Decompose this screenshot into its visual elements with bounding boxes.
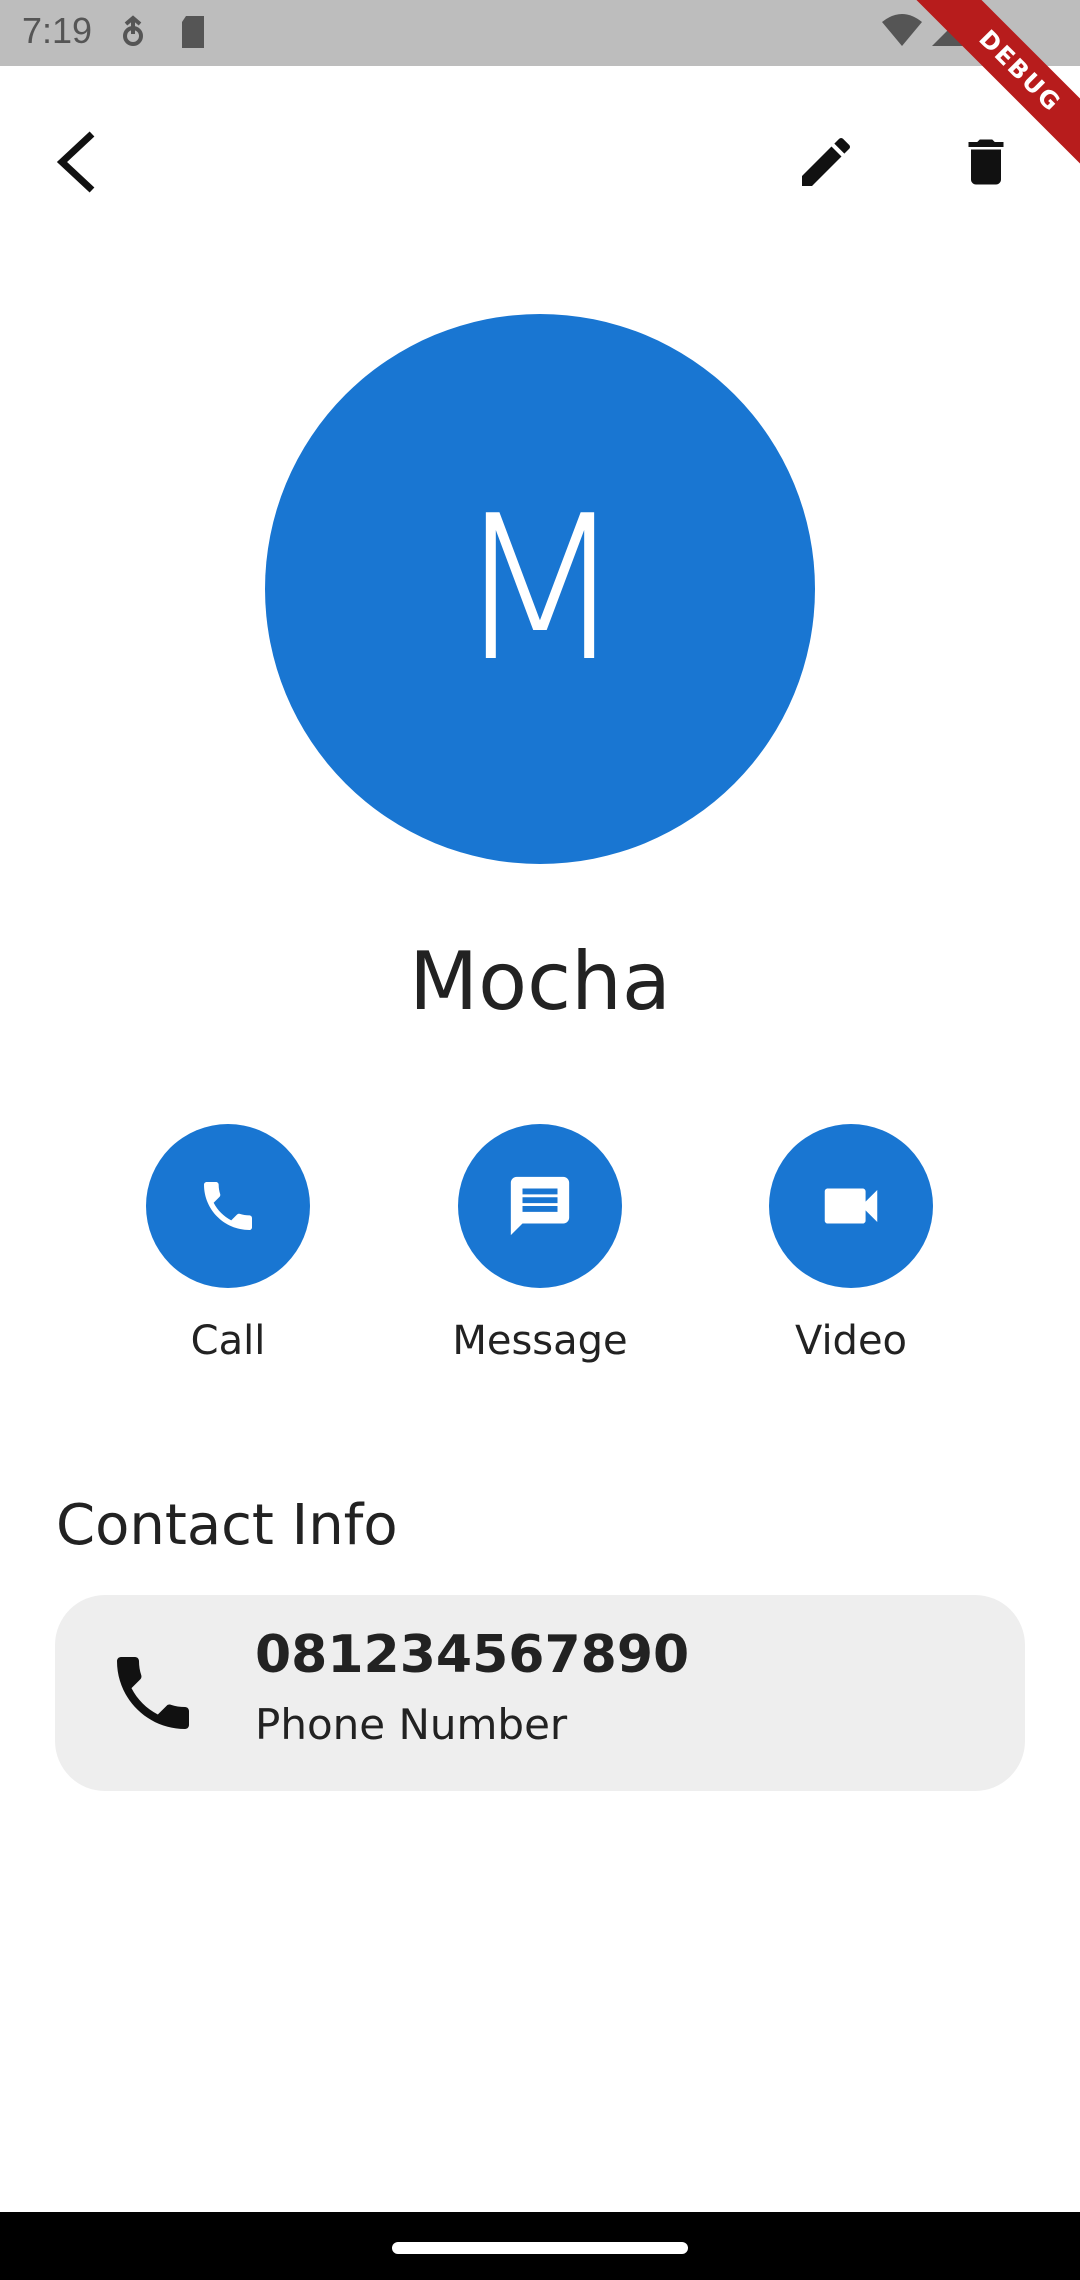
- delete-button[interactable]: [938, 114, 1034, 210]
- call-label: Call: [190, 1318, 266, 1364]
- call-button[interactable]: [146, 1124, 310, 1288]
- status-time: 7:19: [22, 10, 93, 51]
- trash-icon: [968, 139, 1004, 185]
- call-action[interactable]: Call: [118, 1124, 338, 1364]
- phone-icon: [117, 1657, 189, 1729]
- avatar-initial: M: [453, 472, 627, 706]
- phone-number-label: Phone Number: [255, 1700, 568, 1749]
- phone-info-card[interactable]: 081234567890 Phone Number: [55, 1595, 1025, 1791]
- message-button[interactable]: [458, 1124, 622, 1288]
- videocam-icon: [824, 1188, 878, 1224]
- sd-card-icon: [178, 14, 208, 54]
- usb-debug-icon: [118, 14, 148, 54]
- edit-button[interactable]: [778, 114, 874, 210]
- video-button[interactable]: [769, 1124, 933, 1288]
- contact-name: Mocha: [409, 935, 671, 1028]
- message-label: Message: [452, 1318, 628, 1364]
- phone-number-value: 081234567890: [255, 1625, 690, 1685]
- message-action[interactable]: Message: [430, 1124, 650, 1364]
- back-button[interactable]: [28, 114, 124, 210]
- contact-info-title: Contact Info: [56, 1493, 398, 1558]
- phone-icon: [204, 1182, 252, 1230]
- edit-icon: [802, 137, 851, 186]
- video-label: Video: [794, 1318, 908, 1364]
- message-icon: [510, 1176, 570, 1236]
- home-gesture-handle[interactable]: [392, 2242, 688, 2254]
- video-action[interactable]: Video: [741, 1124, 961, 1364]
- contact-avatar: M: [265, 314, 815, 864]
- back-arrow-icon: [56, 131, 95, 193]
- system-nav-bar: [0, 2212, 1080, 2280]
